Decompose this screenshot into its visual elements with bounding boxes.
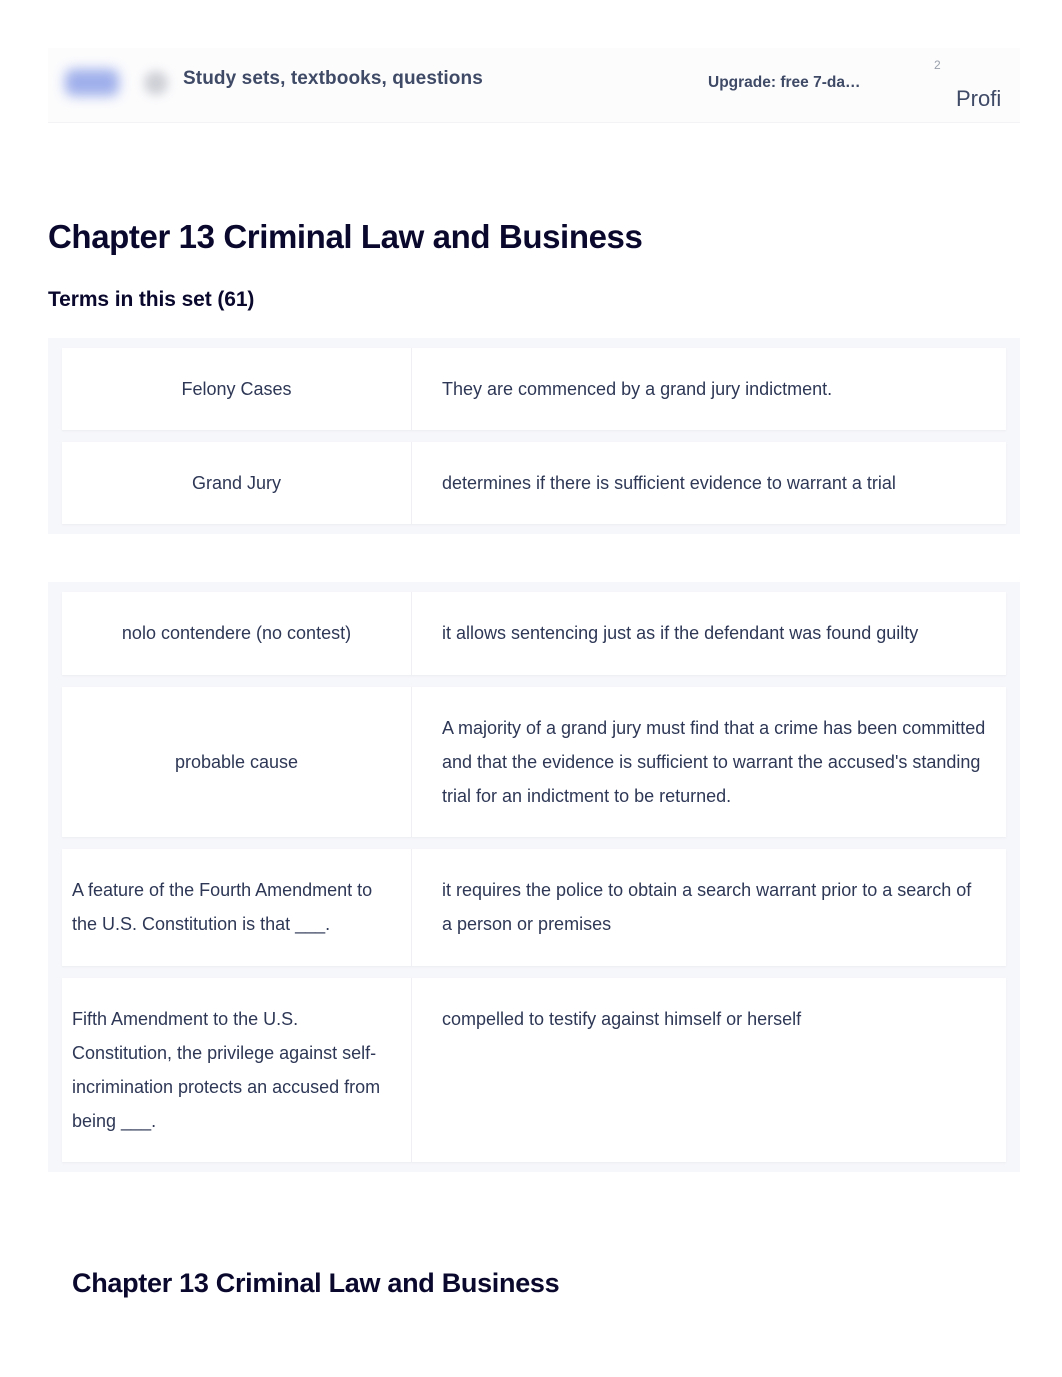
- definition-column: compelled to testify against himself or …: [412, 978, 1006, 1163]
- definition-text: determines if there is sufficient eviden…: [442, 473, 896, 494]
- definition-column: it requires the police to obtain a searc…: [412, 849, 1006, 965]
- term-card[interactable]: A feature of the Fourth Amendment to the…: [62, 849, 1006, 966]
- upgrade-button[interactable]: Upgrade: free 7-da…: [708, 74, 860, 92]
- definition-text: A majority of a grand jury must find tha…: [442, 717, 986, 806]
- term-text: Fifth Amendment to the U.S. Constitution…: [72, 1008, 381, 1132]
- terms-group: nolo contendere (no contest) it allows se…: [48, 582, 1020, 1173]
- terms-group-spacer: [48, 534, 1020, 583]
- definition-column: They are commenced by a grand jury indic…: [412, 348, 1006, 430]
- term-column: Felony Cases: [62, 348, 412, 431]
- page-title: Chapter 13 Criminal Law and Business: [48, 218, 643, 255]
- definition-text: compelled to testify against himself or …: [442, 1008, 802, 1029]
- term-column: Grand Jury: [62, 442, 412, 525]
- definition-text: it allows sentencing just as if the defe…: [442, 623, 919, 644]
- notification-badge[interactable]: 2: [934, 58, 941, 72]
- term-text: probable cause: [174, 751, 299, 772]
- term-column: Fifth Amendment to the U.S. Constitution…: [62, 977, 412, 1163]
- term-column: nolo contendere (no contest): [62, 592, 412, 675]
- term-text: nolo contendere (no contest): [121, 623, 352, 644]
- term-text: Grand Jury: [191, 473, 282, 494]
- term-column: probable cause: [62, 686, 412, 838]
- terms-group: Felony Cases They are commenced by a gran…: [48, 338, 1020, 535]
- term-text: A feature of the Fourth Amendment to the…: [72, 880, 373, 935]
- terms-list: Felony Cases They are commenced by a gran…: [48, 338, 1020, 1173]
- profile-menu-button[interactable]: Profi: [956, 86, 1001, 112]
- definition-text: it requires the police to obtain a searc…: [442, 880, 972, 935]
- header-inner: Study sets, textbooks, questions Upgrade…: [48, 48, 1020, 122]
- definition-text: They are commenced by a grand jury indic…: [442, 379, 833, 399]
- footer-set-title: Chapter 13 Criminal Law and Business: [72, 1268, 560, 1298]
- nav-study-sets-label[interactable]: Study sets, textbooks, questions: [183, 68, 483, 90]
- term-column: A feature of the Fourth Amendment to the…: [62, 849, 412, 966]
- term-card[interactable]: Grand Jury determines if there is suffici…: [62, 442, 1006, 525]
- definition-column: A majority of a grand jury must find tha…: [412, 687, 1006, 838]
- term-text: Felony Cases: [181, 379, 292, 399]
- site-header: Study sets, textbooks, questions Upgrade…: [48, 48, 1020, 123]
- search-icon[interactable]: [144, 71, 168, 95]
- terms-count-heading: Terms in this set (61): [48, 288, 255, 311]
- definition-column: it allows sentencing just as if the defe…: [412, 592, 1006, 674]
- term-card[interactable]: Fifth Amendment to the U.S. Constitution…: [62, 977, 1006, 1163]
- term-card[interactable]: nolo contendere (no contest) it allows se…: [62, 592, 1006, 675]
- term-card[interactable]: Felony Cases They are commenced by a gran…: [62, 348, 1006, 431]
- quizlet-logo-icon[interactable]: [65, 69, 119, 96]
- definition-column: determines if there is sufficient eviden…: [412, 442, 1006, 524]
- term-card[interactable]: probable cause A majority of a grand jury…: [62, 686, 1006, 838]
